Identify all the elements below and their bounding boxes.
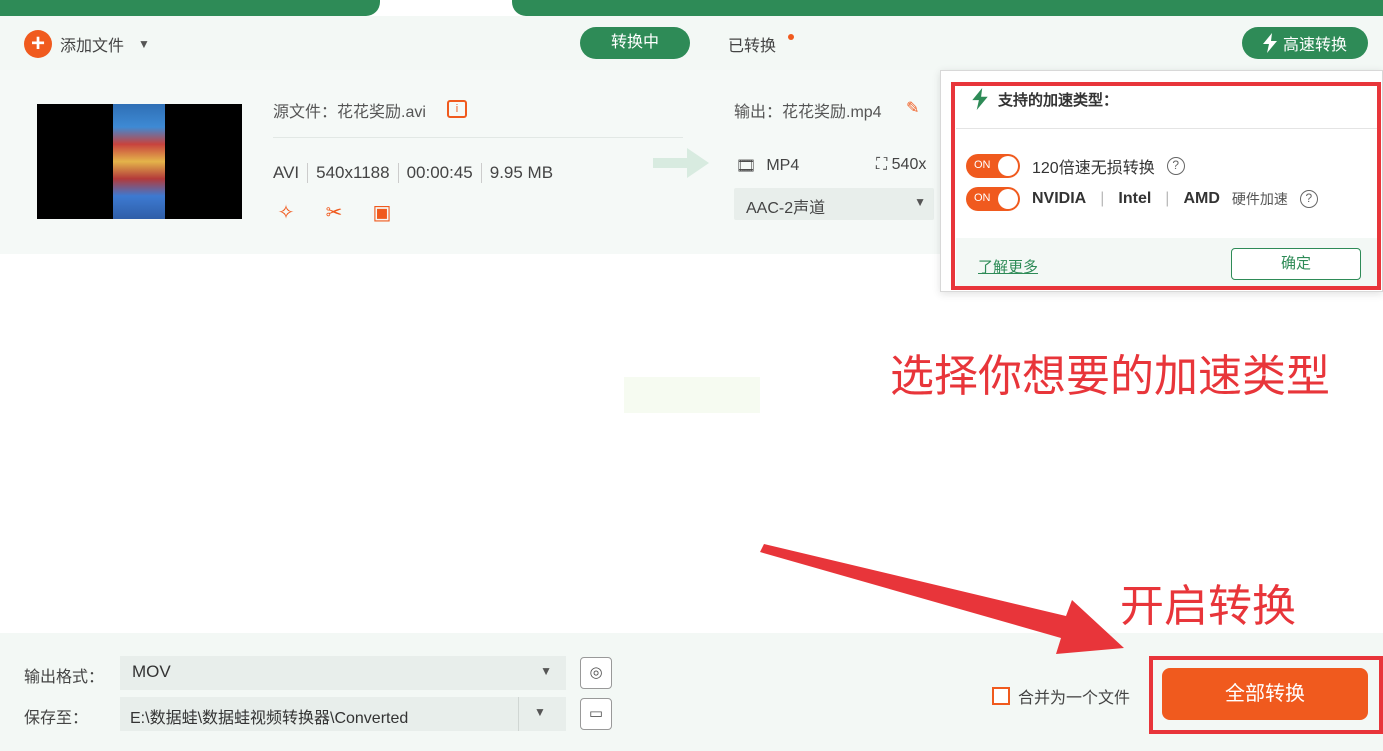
annotation-text-accel: 选择你想要的加速类型	[890, 352, 1330, 401]
top-tab-strip	[0, 0, 1383, 16]
toolbar: + 添加文件 ▼ 转换中 已转换 高速转换	[0, 16, 1383, 70]
merge-checkbox[interactable]	[992, 687, 1010, 705]
format-settings-icon[interactable]: ◎	[580, 657, 612, 689]
audio-value: AAC-2声道	[746, 200, 826, 217]
output-format-select[interactable]: MOV ▼	[120, 656, 566, 690]
source-size: 9.95 MB	[480, 163, 561, 183]
source-duration: 00:00:45	[397, 163, 481, 183]
source-file-label: 源文件：花花奖励.avi	[273, 104, 426, 121]
edit-tools: ✧ ✂ ▣	[273, 200, 395, 226]
lightning-icon	[1262, 33, 1277, 53]
app-window: + 添加文件 ▼ 转换中 已转换 高速转换 源文件：花花奖励.avi i AVI…	[0, 0, 1383, 751]
info-icon[interactable]: i	[447, 100, 467, 118]
chevron-down-icon[interactable]: ▼	[138, 37, 150, 51]
convert-arrow-icon	[653, 148, 709, 178]
subtitle-edit-icon[interactable]: ▣	[369, 200, 395, 226]
watermark	[624, 377, 760, 413]
pencil-icon[interactable]: ✎	[906, 98, 919, 118]
divider	[518, 697, 519, 731]
output-resolution[interactable]: ⛶ 540x	[876, 156, 926, 174]
high-speed-label: 高速转换	[1282, 37, 1347, 54]
source-resolution: 540x1188	[307, 163, 397, 183]
tab-left[interactable]	[0, 0, 380, 16]
magic-wand-icon[interactable]: ✧	[273, 200, 299, 226]
plus-icon: +	[24, 30, 52, 58]
merge-option[interactable]: 合并为一个文件	[992, 684, 1130, 708]
output-format-select-value: MOV	[132, 662, 171, 681]
chevron-down-icon[interactable]: ▼	[534, 705, 546, 719]
save-path-value: E:\数据蛙\数据蛙视频转换器\Converted	[130, 710, 409, 727]
output-format-label: 输出格式：	[24, 669, 105, 686]
tab-converting[interactable]: 转换中	[580, 27, 690, 59]
output-file-label: 输出：花花奖励.mp4	[734, 104, 882, 121]
scissors-icon[interactable]: ✂	[321, 200, 347, 226]
merge-label: 合并为一个文件	[1018, 690, 1131, 707]
thumbnail-frame	[113, 104, 165, 219]
annotation-box-convert	[1149, 656, 1383, 734]
chevron-down-icon: ▼	[914, 195, 926, 209]
add-file-button[interactable]: + 添加文件 ▼	[24, 30, 150, 58]
add-file-label: 添加文件	[60, 38, 125, 55]
annotation-box-popup	[951, 82, 1381, 290]
divider	[273, 137, 683, 138]
video-thumbnail[interactable]	[37, 104, 242, 219]
save-path-field[interactable]: E:\数据蛙\数据蛙视频转换器\Converted	[120, 697, 566, 731]
source-format: AVI	[273, 163, 300, 182]
source-meta: AVI 540x1188 00:00:45 9.95 MB	[273, 163, 561, 183]
resize-icon: ⛶	[876, 156, 888, 173]
chevron-down-icon: ▼	[540, 664, 552, 678]
folder-icon[interactable]: ▭	[580, 698, 612, 730]
output-format-value: MP4	[766, 157, 800, 174]
annotation-text-convert: 开启转换	[1120, 582, 1296, 631]
notification-dot	[788, 34, 794, 40]
film-icon: 🎞	[736, 158, 757, 175]
save-to-label: 保存至：	[24, 710, 89, 727]
output-format[interactable]: 🎞 MP4	[736, 156, 799, 176]
tab-right[interactable]	[512, 0, 1383, 16]
high-speed-button[interactable]: 高速转换	[1242, 27, 1368, 59]
tab-converted[interactable]: 已转换	[728, 32, 776, 56]
output-resolution-value: 540x	[891, 156, 927, 173]
audio-select[interactable]: AAC-2声道 ▼	[734, 188, 934, 220]
